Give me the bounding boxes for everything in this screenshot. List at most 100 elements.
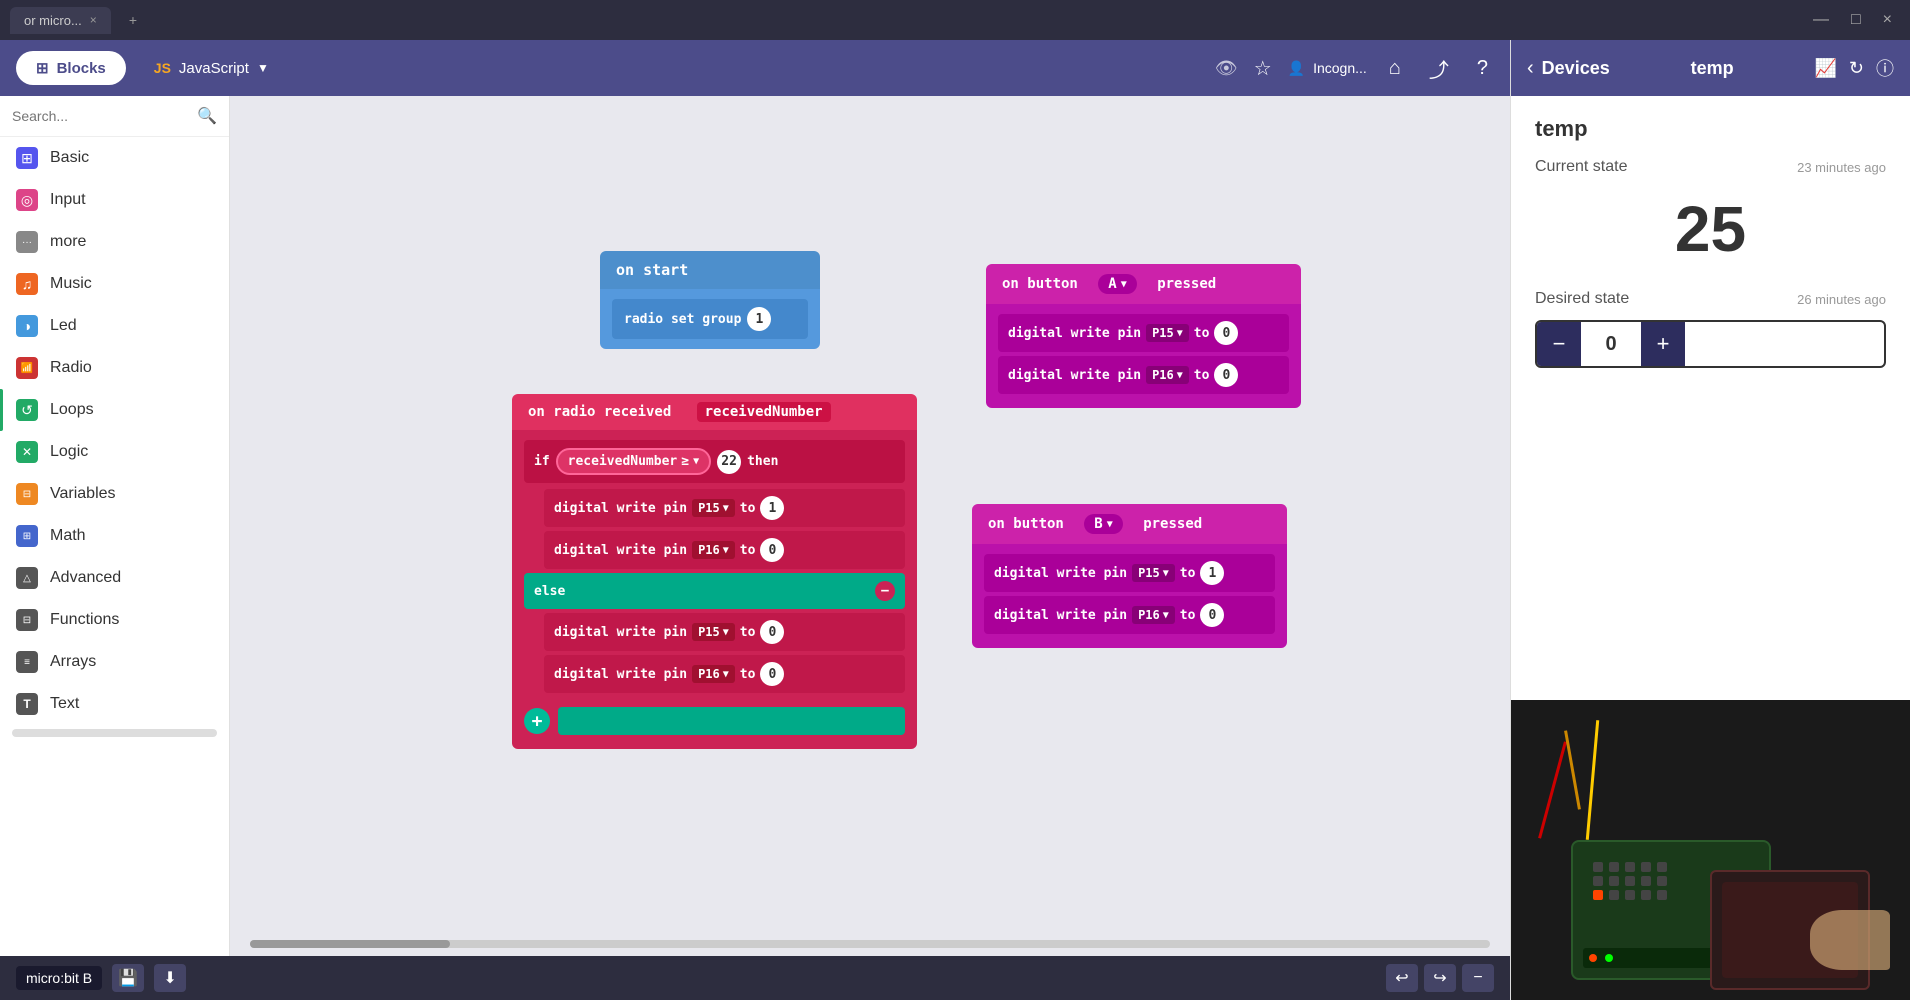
else-minus-button[interactable]: − [875,581,895,601]
workspace[interactable]: on start radio set group 1 on radio rece… [230,96,1510,956]
save-button[interactable]: 💾 [112,964,144,992]
maximize-button[interactable]: □ [1843,9,1869,31]
tab-close-button[interactable]: × [90,13,97,27]
sidebar-item-led[interactable]: ◑ Led [0,305,229,347]
sidebar-item-radio[interactable]: 📶 Radio [0,347,229,389]
sidebar-item-math[interactable]: ⊞ Math [0,515,229,557]
on-start-header: on start [600,251,820,289]
button-b-val-1[interactable]: 1 [1200,561,1224,585]
pin-p16-arrow-1: ▼ [723,545,729,556]
button-b-pin-p15-dropdown[interactable]: P15 ▼ [1132,564,1175,582]
new-tab-button[interactable]: + [119,6,147,34]
digital-write-label-1: digital write pin [554,501,687,516]
active-tab[interactable]: or micro... × [10,7,111,34]
button-a-pin-p16-dropdown[interactable]: P16 ▼ [1146,366,1189,384]
sidebar-item-functions[interactable]: ⊟ Functions [0,599,229,641]
stepper-plus-button[interactable]: + [1641,322,1685,366]
write-pin-p16-1-row[interactable]: digital write pin P16 ▼ to 0 [544,531,905,569]
button-a-pin-p15-row[interactable]: digital write pin P15 ▼ to 0 [998,314,1289,352]
stepper-minus-button[interactable]: − [1537,322,1581,366]
download-button[interactable]: ⬇ [154,964,186,992]
led-2 [1609,862,1619,872]
button-a-val-2[interactable]: 0 [1214,363,1238,387]
star-icon[interactable]: ☆ [1254,56,1272,81]
pin-p15-dropdown-1[interactable]: P15 ▼ [692,499,735,517]
pin-val-3[interactable]: 0 [760,620,784,644]
pin-val-2[interactable]: 0 [760,538,784,562]
pin-val-1[interactable]: 1 [760,496,784,520]
button-a-pin-p15-dropdown[interactable]: P15 ▼ [1146,324,1189,342]
refresh-icon[interactable]: ↻ [1849,58,1864,79]
editor-area: ⊞ Blocks JS JavaScript ▼ 👁 ☆ 👤 Incogn...… [0,40,1510,1000]
back-button[interactable]: ‹ [1527,57,1534,80]
advanced-label: Advanced [50,569,121,587]
condition-pill[interactable]: receivedNumber ≥ ▼ [556,448,711,475]
condition-value[interactable]: 22 [717,450,741,474]
chart-icon[interactable]: 📈 [1814,58,1836,79]
sidebar-item-loops[interactable]: ↺ Loops [0,389,229,431]
browser-controls: — □ × [1805,9,1900,31]
button-a-pin-p16-row[interactable]: digital write pin P16 ▼ to 0 [998,356,1289,394]
close-window-button[interactable]: × [1875,9,1900,31]
to-label-1: to [740,501,756,516]
button-a-block[interactable]: on button A ▼ pressed digital write pin [986,264,1301,408]
sidebar-item-logic[interactable]: ✕ Logic [0,431,229,473]
sidebar-item-basic[interactable]: ⊞ Basic [0,137,229,179]
led-12 [1609,890,1619,900]
radio-set-group-block[interactable]: radio set group 1 [612,299,808,339]
zoom-out-button[interactable]: − [1462,964,1494,992]
sidebar-item-advanced[interactable]: △ Advanced [0,557,229,599]
sidebar-item-more[interactable]: ··· more [0,221,229,263]
pin-p16-dropdown-2[interactable]: P16 ▼ [692,665,735,683]
to-label-3: to [740,625,756,640]
write-pin-p15-2-row[interactable]: digital write pin P15 ▼ to 0 [544,613,905,651]
pin-p16-dropdown-1[interactable]: P16 ▼ [692,541,735,559]
button-b-pin-p15-row[interactable]: digital write pin P15 ▼ to 1 [984,554,1275,592]
condition-op-dropdown[interactable]: ▼ [693,456,699,467]
sidebar-item-arrays[interactable]: ≡ Arrays [0,641,229,683]
stepper-value-input[interactable] [1581,333,1641,356]
button-b-pin-p16-row[interactable]: digital write pin P16 ▼ to 0 [984,596,1275,634]
redo-button[interactable]: ↪ [1424,964,1456,992]
to-label-b2: to [1180,608,1196,623]
undo-button[interactable]: ↩ [1386,964,1418,992]
sidebar-item-music[interactable]: ♫ Music [0,263,229,305]
button-b-val-2[interactable]: 0 [1200,603,1224,627]
minimize-button[interactable]: — [1805,9,1837,31]
workspace-scrollbar-thumb[interactable] [250,940,450,948]
workspace-scrollbar[interactable] [250,940,1490,948]
pin-val-4[interactable]: 0 [760,662,784,686]
javascript-button[interactable]: JS JavaScript ▼ [138,52,285,85]
search-input[interactable] [12,108,191,124]
radio-received-block[interactable]: on radio received receivedNumber if rece… [512,394,917,749]
pin-p15-label-1: P15 [698,501,720,515]
sidebar-scrollbar[interactable] [12,729,217,737]
button-b-block[interactable]: on button B ▼ pressed digital write pin [972,504,1287,648]
help-icon[interactable]: ? [1471,51,1494,86]
sidebar-item-input[interactable]: ◎ Input [0,179,229,221]
blocks-button[interactable]: ⊞ Blocks [16,51,126,85]
on-start-block[interactable]: on start radio set group 1 [600,251,820,349]
button-b-pill[interactable]: B ▼ [1084,514,1122,534]
button-a-val-1[interactable]: 0 [1214,321,1238,345]
add-branch-button[interactable]: + [524,708,550,734]
pin-p15-dropdown-2[interactable]: P15 ▼ [692,623,735,641]
sidebar-item-text[interactable]: T Text [0,683,229,725]
browser-chrome: or micro... × + — □ × [0,0,1910,40]
write-pin-p16-2-row[interactable]: digital write pin P16 ▼ to 0 [544,655,905,693]
button-b-pin-p16-dropdown[interactable]: P16 ▼ [1132,606,1175,624]
incognito-area: 👤 Incogn... [1288,60,1367,77]
share-icon[interactable]: ⤴ [1423,48,1455,89]
radio-label: Radio [50,359,92,377]
home-icon[interactable]: ⌂ [1383,51,1407,86]
radio-group-value[interactable]: 1 [747,307,771,331]
sidebar-item-variables[interactable]: ⊟ Variables [0,473,229,515]
if-condition-row[interactable]: if receivedNumber ≥ ▼ 22 then [524,440,905,483]
info-icon[interactable]: ⓘ [1876,55,1894,81]
button-b-dropdown[interactable]: ▼ [1107,519,1113,530]
button-a-pill[interactable]: A ▼ [1098,274,1136,294]
write-pin-p15-1-row[interactable]: digital write pin P15 ▼ to 1 [544,489,905,527]
digital-write-label-2: digital write pin [554,543,687,558]
radio-icon: 📶 [16,357,38,379]
button-a-dropdown[interactable]: ▼ [1121,279,1127,290]
